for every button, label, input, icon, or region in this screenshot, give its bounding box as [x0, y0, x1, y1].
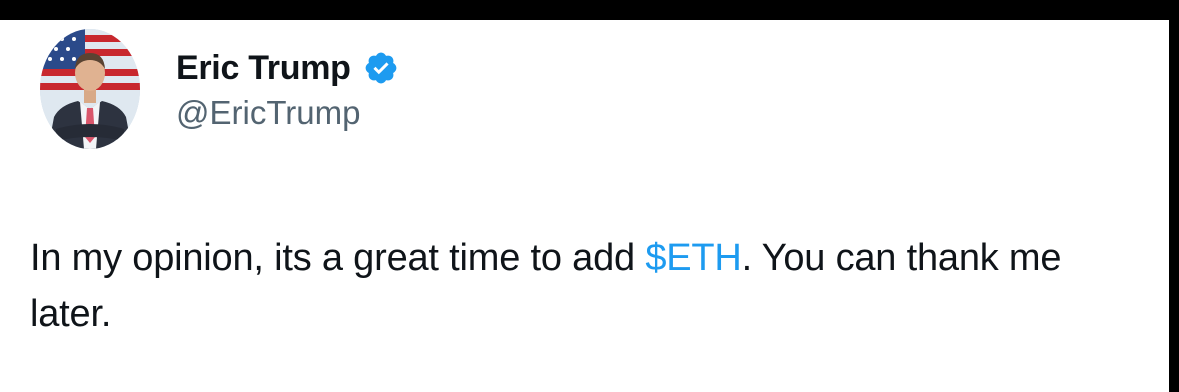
- tweet-card[interactable]: Eric Trump @EricTrump In my opinion, its…: [0, 20, 1169, 392]
- author-info[interactable]: Eric Trump @EricTrump: [176, 48, 399, 132]
- tweet-text: In my opinion, its a great time to add $…: [30, 230, 1150, 342]
- verified-badge-icon: [363, 50, 399, 86]
- display-name[interactable]: Eric Trump: [176, 49, 351, 88]
- tweet-text-before: In my opinion, its a great time to add: [30, 237, 646, 279]
- profile-photo-icon: [40, 29, 140, 149]
- user-handle[interactable]: @EricTrump: [176, 94, 399, 132]
- avatar[interactable]: [40, 29, 140, 149]
- right-frame-bar: [1169, 0, 1179, 392]
- top-frame-bar: [0, 0, 1179, 20]
- name-row: Eric Trump: [176, 48, 399, 88]
- cashtag-link[interactable]: $ETH: [645, 237, 742, 279]
